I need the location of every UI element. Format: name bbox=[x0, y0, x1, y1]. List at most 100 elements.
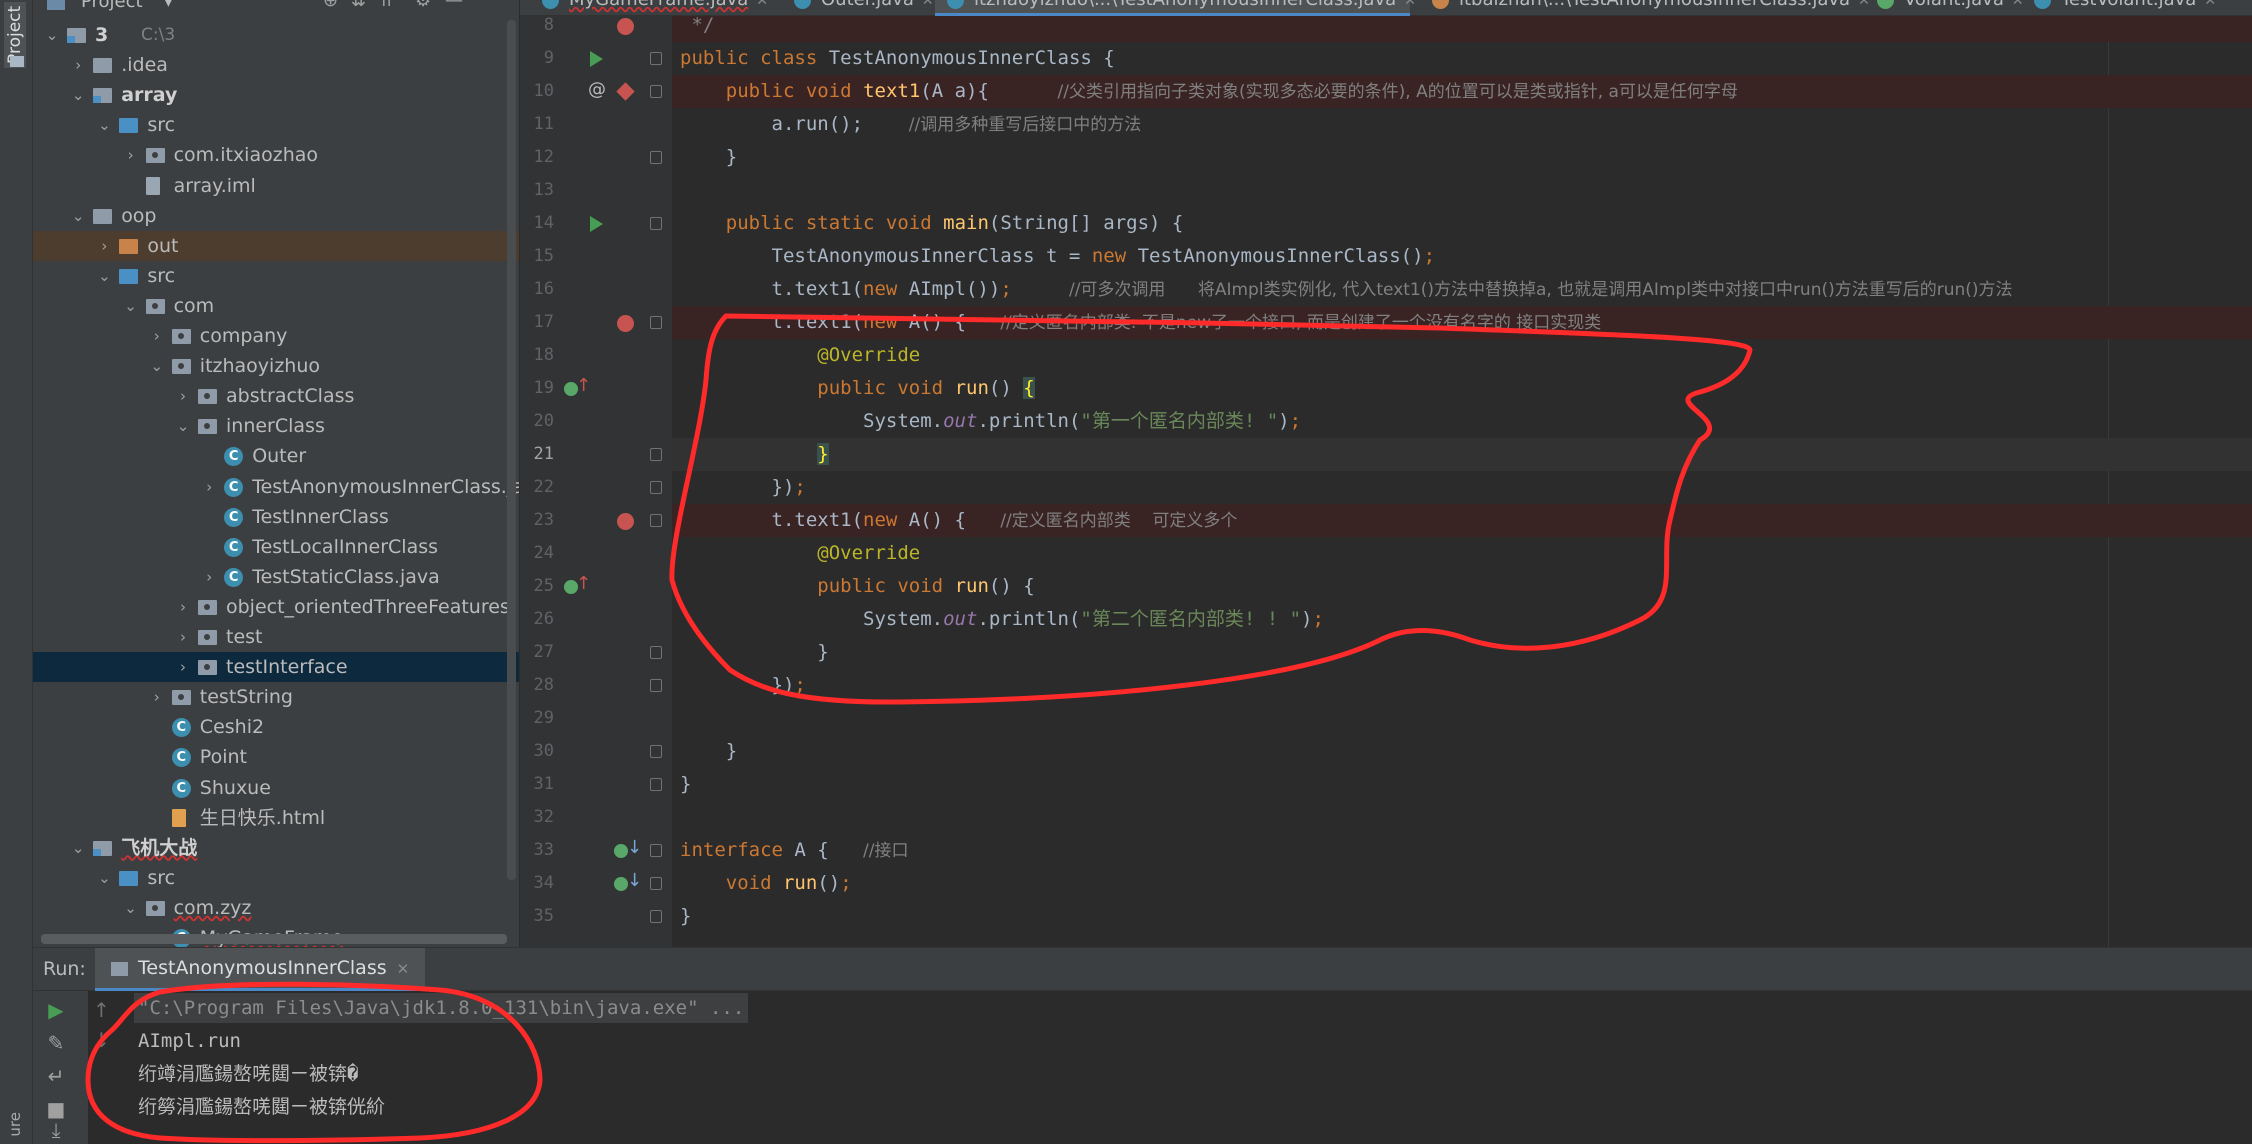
gutter-line[interactable]: 10 @ bbox=[520, 75, 672, 108]
tree-item[interactable]: › .idea bbox=[33, 50, 519, 80]
chevron-right-icon[interactable]: › bbox=[95, 231, 113, 261]
tree-item[interactable]: ⌄ src bbox=[33, 863, 519, 893]
tree-item[interactable]: ⌄ com bbox=[33, 291, 519, 321]
code-line[interactable]: void run(); bbox=[672, 867, 2252, 900]
tree-item[interactable]: ⌄ innerClass bbox=[33, 411, 519, 441]
chevron-down-icon[interactable]: ⌄ bbox=[69, 201, 87, 231]
chevron-right-icon[interactable]: › bbox=[148, 682, 166, 712]
fold-marker-icon[interactable] bbox=[650, 52, 662, 65]
editor-gutter[interactable]: 8 9 10 @11 12 13 14 15 16 17 18 19 ↑ 20 21 22 23 24 25 ↑ 26 2… bbox=[520, 15, 672, 947]
arrow-up-icon[interactable]: ↑ bbox=[576, 375, 591, 396]
gutter-line[interactable]: 24 bbox=[520, 537, 672, 570]
fold-marker-icon[interactable] bbox=[650, 745, 662, 758]
chevron-down-icon[interactable]: ⌄ bbox=[43, 20, 61, 50]
code-line[interactable]: public class TestAnonymousInnerClass { bbox=[672, 42, 2252, 75]
implemented-icon[interactable] bbox=[614, 877, 628, 891]
tree-item[interactable]: › testString bbox=[33, 682, 519, 712]
tree-item[interactable]: ⌄ oop bbox=[33, 201, 519, 231]
close-icon[interactable]: ✕ bbox=[1404, 0, 1416, 9]
chevron-down-icon[interactable]: ⌄ bbox=[95, 110, 113, 140]
project-title[interactable]: Project bbox=[81, 0, 143, 12]
gutter-line[interactable]: 34 ↓ bbox=[520, 867, 672, 900]
chevron-right-icon[interactable]: › bbox=[174, 622, 192, 652]
tree-item[interactable]: C TestInnerClass bbox=[33, 502, 519, 532]
gutter-line[interactable]: 19 ↑ bbox=[520, 372, 672, 405]
tree-item[interactable]: › C TestAnonymousInnerClass.java bbox=[33, 472, 519, 502]
tree-item[interactable]: 生日快乐.html bbox=[33, 803, 519, 833]
chevron-down-icon[interactable]: ⌄ bbox=[174, 411, 192, 441]
gutter-line[interactable]: 30 bbox=[520, 735, 672, 768]
tree-item[interactable]: › abstractClass bbox=[33, 381, 519, 411]
tree-item[interactable]: ⌄ src bbox=[33, 261, 519, 291]
chevron-down-icon[interactable]: ⌄ bbox=[69, 833, 87, 863]
code-line[interactable]: System.out.println("第一个匿名内部类! "); bbox=[672, 405, 2252, 438]
tree-item[interactable]: › com.itxiaozhao bbox=[33, 140, 519, 170]
tree-item[interactable]: › out bbox=[33, 230, 519, 261]
editor-tab[interactable]: Volant.java✕ bbox=[1865, 0, 2024, 16]
gutter-line[interactable]: 20 bbox=[520, 405, 672, 438]
chevron-down-icon[interactable]: ⌄ bbox=[122, 893, 140, 923]
fold-marker-icon[interactable] bbox=[650, 910, 662, 923]
code-line[interactable]: } bbox=[672, 438, 2252, 471]
code-line[interactable]: public void text1(A a){ //父类引用指向子类对象(实现多… bbox=[672, 75, 2252, 108]
code-line[interactable] bbox=[672, 801, 2252, 834]
run-gutter-icon[interactable] bbox=[590, 51, 603, 67]
gutter-line[interactable]: 11 bbox=[520, 108, 672, 141]
breakpoint-icon[interactable] bbox=[617, 18, 634, 35]
tree-item[interactable]: ⌄ src bbox=[33, 110, 519, 140]
tree-item[interactable]: › testInterface bbox=[33, 652, 519, 683]
tree-item[interactable]: C Point bbox=[33, 742, 519, 772]
tree-item[interactable]: ⌄ array bbox=[33, 80, 519, 110]
fold-marker-icon[interactable] bbox=[650, 514, 662, 527]
editor-tab[interactable]: itzhaoyizhuo\...\TestAnonymousInnerClass… bbox=[935, 0, 1416, 16]
collapse-all-icon[interactable]: ⇈ bbox=[379, 0, 394, 11]
code-line[interactable]: a.run(); //调用多种重写后接口中的方法 bbox=[672, 108, 2252, 141]
gutter-line[interactable]: 33 ↓ bbox=[520, 834, 672, 867]
tree-item[interactable]: ⌄ 飞机大战 bbox=[33, 833, 519, 863]
code-line[interactable]: */ bbox=[672, 16, 2252, 42]
wrench-icon[interactable]: ✎ bbox=[43, 1030, 69, 1056]
chevron-down-icon[interactable]: ⌄ bbox=[148, 351, 166, 381]
code-line[interactable]: interface A { //接口 bbox=[672, 834, 2252, 867]
chevron-right-icon[interactable]: › bbox=[174, 381, 192, 411]
code-line[interactable]: t.text1(new AImpl()); //可多次调用 将AImpl类实例化… bbox=[672, 273, 2252, 306]
code-line[interactable]: } bbox=[672, 141, 2252, 174]
chevron-right-icon[interactable]: › bbox=[69, 50, 87, 80]
gutter-line[interactable]: 22 bbox=[520, 471, 672, 504]
scroll-to-end-icon[interactable]: ⤓ bbox=[43, 1117, 69, 1143]
gutter-line[interactable]: 29 bbox=[520, 702, 672, 735]
rerun-icon[interactable]: ▶ bbox=[43, 997, 69, 1023]
soft-wrap-icon[interactable]: ↵ bbox=[43, 1063, 69, 1089]
tree-item[interactable]: ⌄ itzhaoyizhuo bbox=[33, 351, 519, 381]
chevron-right-icon[interactable]: › bbox=[174, 592, 192, 622]
run-gutter-icon[interactable] bbox=[590, 216, 603, 232]
tree-item[interactable]: C TestLocalInnerClass bbox=[33, 532, 519, 562]
hide-icon[interactable]: — bbox=[445, 0, 463, 11]
project-horizontal-scrollbar[interactable] bbox=[41, 934, 507, 944]
tree-item[interactable]: ⌄ 3 C:\3 bbox=[33, 20, 519, 50]
code-line[interactable]: t.text1(new A() { //定义匿名内部类: 不是new了一个接口,… bbox=[672, 306, 2252, 339]
code-line[interactable]: t.text1(new A() { //定义匿名内部类 可定义多个 bbox=[672, 504, 2252, 537]
gutter-line[interactable]: 12 bbox=[520, 141, 672, 174]
chevron-down-icon[interactable]: ⌄ bbox=[95, 863, 113, 893]
code-line[interactable]: public void run() { bbox=[672, 570, 2252, 603]
gutter-line[interactable]: 26 bbox=[520, 603, 672, 636]
project-vertical-scrollbar[interactable] bbox=[507, 20, 516, 880]
gutter-line[interactable]: 9 bbox=[520, 42, 672, 75]
code-line[interactable] bbox=[672, 702, 2252, 735]
code-line[interactable]: public static void main(String[] args) { bbox=[672, 207, 2252, 240]
annotation-gutter-icon[interactable]: @ bbox=[588, 79, 606, 100]
tree-item[interactable]: C Shuxue bbox=[33, 773, 519, 803]
tree-item[interactable]: › object_orientedThreeFeatures bbox=[33, 592, 519, 622]
code-line[interactable]: }); bbox=[672, 471, 2252, 504]
fold-marker-icon[interactable] bbox=[650, 316, 662, 329]
code-line[interactable]: @Override bbox=[672, 537, 2252, 570]
gutter-line[interactable]: 14 bbox=[520, 207, 672, 240]
gutter-line[interactable]: 25 ↑ bbox=[520, 570, 672, 603]
tree-item[interactable]: ⌄ com.zyz bbox=[33, 893, 519, 923]
editor-tab[interactable]: TestVolant.java ✕ bbox=[2022, 0, 2252, 16]
gutter-line[interactable]: 31 bbox=[520, 768, 672, 801]
gutter-line[interactable]: 16 bbox=[520, 273, 672, 306]
close-icon[interactable]: ✕ bbox=[922, 0, 934, 9]
fold-marker-icon[interactable] bbox=[650, 481, 662, 494]
